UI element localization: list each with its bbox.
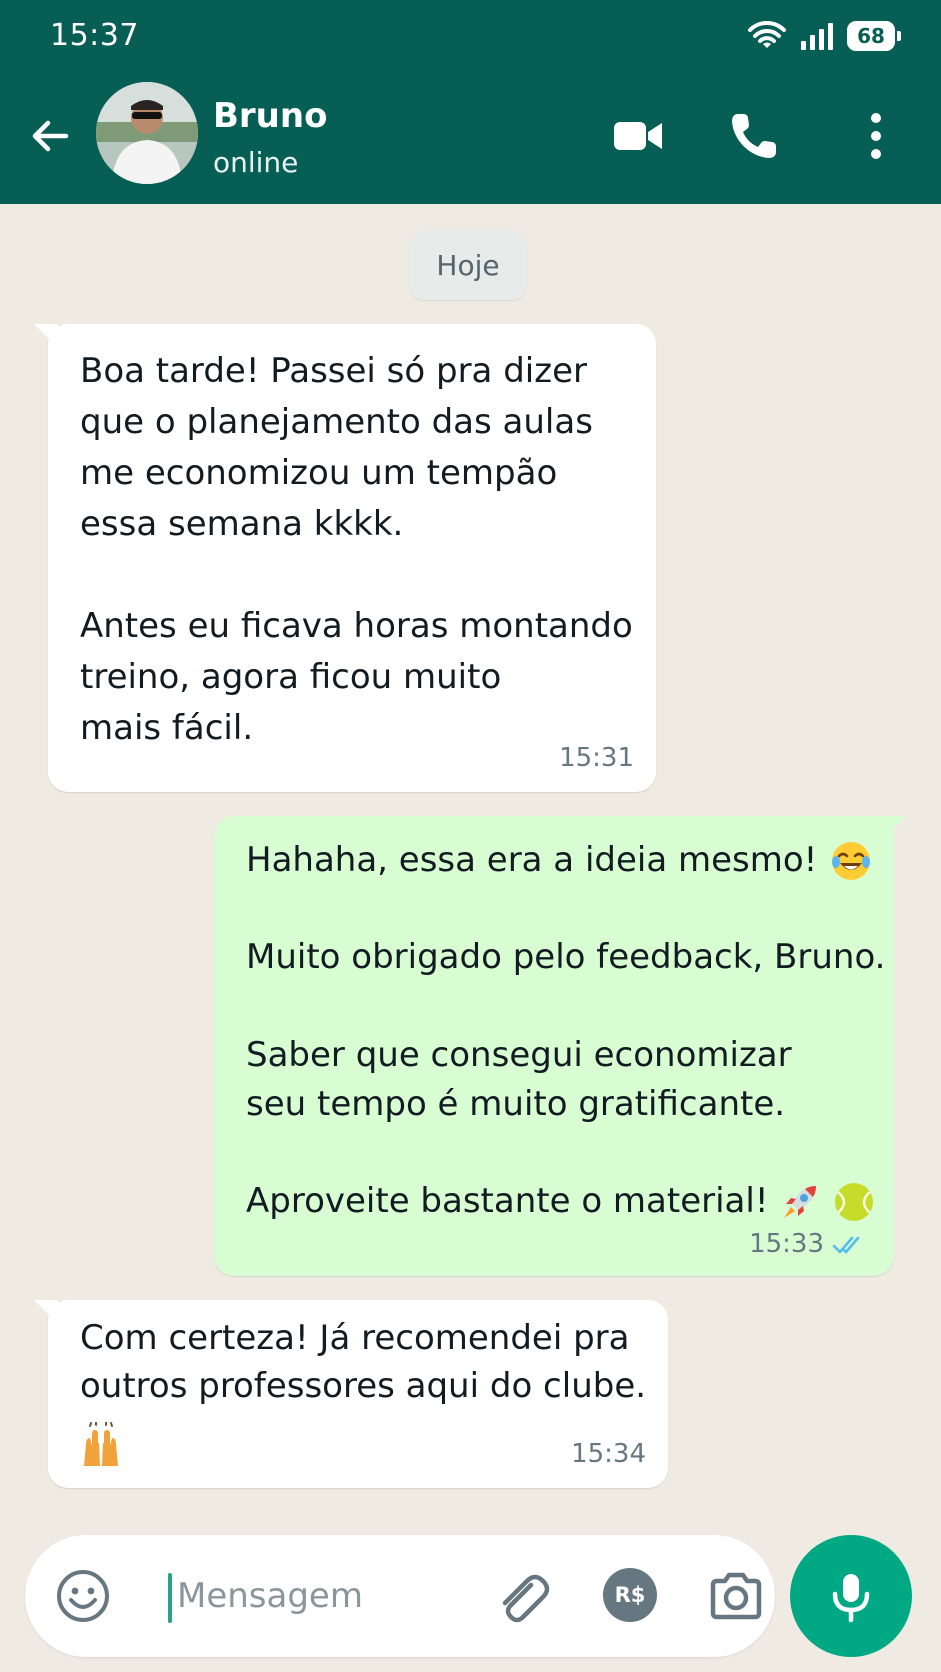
- laughing-tears-emoji: [832, 841, 871, 880]
- message-meta: 15:34: [571, 1435, 646, 1474]
- rocket-emoji: [784, 1185, 817, 1218]
- attachment-icon[interactable]: [491, 1565, 553, 1627]
- message-input[interactable]: [175, 1565, 479, 1627]
- message-meta: 15:33: [749, 1225, 868, 1264]
- status-icons: 68: [747, 20, 901, 52]
- phone-call-icon[interactable]: [724, 106, 784, 166]
- message-time: 15:34: [571, 1439, 646, 1469]
- message-paragraph: Aproveite bastante o material!: [246, 1181, 769, 1222]
- message-meta: 15:31: [559, 739, 634, 778]
- battery-indicator: 68: [847, 21, 901, 51]
- status-bar: 15:37 68: [0, 0, 941, 76]
- emoji-icon[interactable]: [55, 1568, 111, 1624]
- payment-button[interactable]: R$: [603, 1568, 657, 1622]
- message-paragraph: Hahaha, essa era a ideia mesmo!: [246, 840, 818, 880]
- contact-name[interactable]: Bruno: [213, 96, 327, 136]
- message-bubble-incoming[interactable]: Boa tarde! Passei só pra dizer que o pla…: [48, 324, 656, 792]
- message-text: Hahaha, essa era a ideia mesmo! Muito ob…: [246, 836, 885, 1226]
- message-time: 15:33: [749, 1229, 824, 1259]
- message-text: Com certeza! Já recomendei pra outros pr…: [80, 1318, 647, 1407]
- video-call-icon[interactable]: [608, 106, 668, 166]
- avatar-image: [96, 82, 198, 184]
- status-time: 15:37: [50, 18, 139, 53]
- wifi-icon: [748, 20, 786, 48]
- date-separator: Hoje: [409, 230, 527, 300]
- raising-hands-emoji: [84, 1422, 118, 1466]
- more-options-icon[interactable]: [846, 106, 906, 166]
- contact-status: online: [213, 146, 299, 179]
- message-bubble-incoming[interactable]: Com certeza! Já recomendei pra outros pr…: [48, 1300, 668, 1488]
- tennis-ball-emoji: [835, 1182, 874, 1221]
- camera-icon[interactable]: [705, 1565, 767, 1627]
- message-paragraph: Muito obrigado pelo feedback, Bruno.: [246, 937, 886, 978]
- signal-icon: [801, 23, 833, 50]
- microphone-icon: [832, 1574, 870, 1623]
- chat-header: Bruno online: [0, 76, 941, 204]
- double-check-icon: [832, 1233, 868, 1257]
- back-arrow-icon[interactable]: [26, 112, 74, 160]
- top-bar: 15:37 68 Bruno online: [0, 0, 941, 204]
- avatar[interactable]: [96, 82, 198, 184]
- voice-message-button[interactable]: [790, 1535, 912, 1657]
- message-bubble-outgoing[interactable]: Hahaha, essa era a ideia mesmo! Muito ob…: [214, 816, 894, 1276]
- message-text: Boa tarde! Passei só pra dizer que o pla…: [80, 351, 633, 748]
- message-composer: R$: [25, 1535, 775, 1657]
- message-time: 15:31: [559, 743, 634, 773]
- message-paragraph: Saber que consegui economizar seu tempo …: [246, 1034, 792, 1124]
- text-cursor: [168, 1573, 172, 1623]
